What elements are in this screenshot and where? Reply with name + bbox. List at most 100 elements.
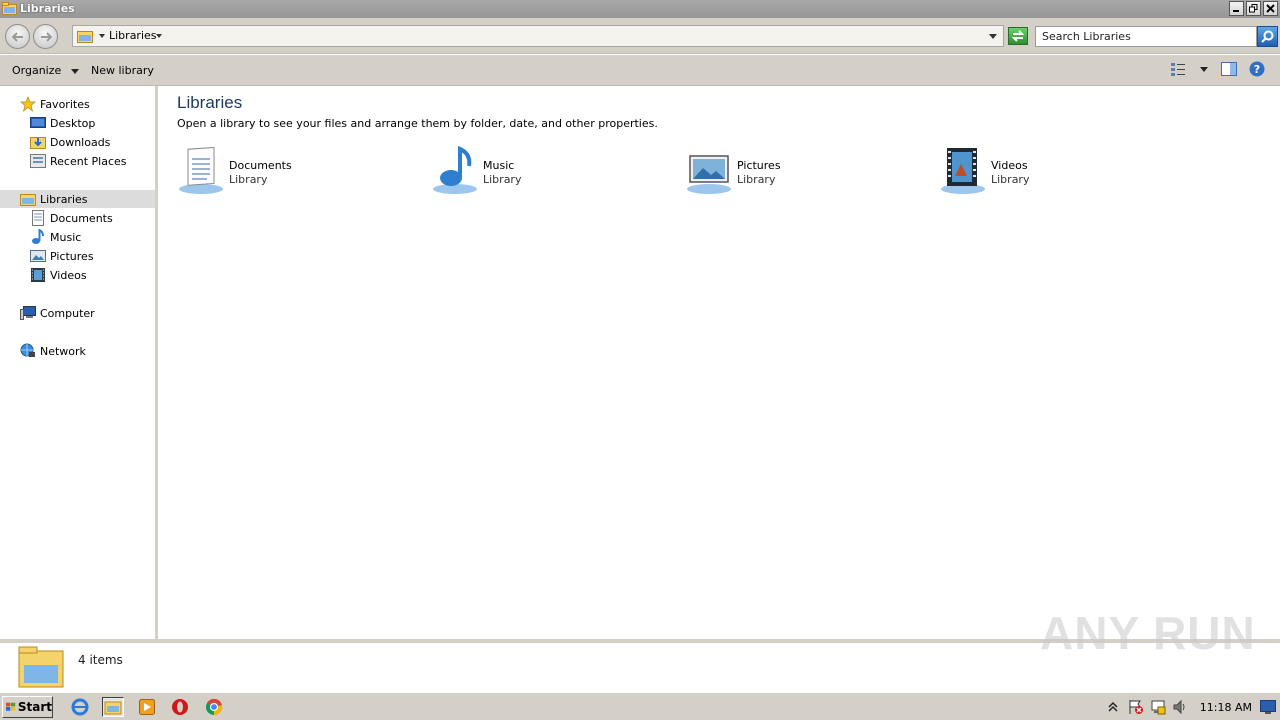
organize-button[interactable]: Organize [12,64,79,77]
nav-item-desktop[interactable]: Desktop [30,114,95,132]
library-type: Library [229,173,268,186]
nav-network[interactable]: Network [20,342,86,360]
refresh-icon [1011,30,1025,42]
nav-item-label: Downloads [50,135,111,149]
taskbar-windows-explorer[interactable] [102,697,124,717]
clock[interactable]: 11:18 AM [1200,701,1252,714]
command-bar: Organize New library ? [0,55,1280,86]
library-tile-pictures[interactable]: Pictures Library [685,146,925,200]
library-type: Library [991,173,1030,186]
minimize-icon [1233,10,1239,12]
nav-item-label: Pictures [50,249,94,263]
minimize-button[interactable] [1229,1,1244,16]
new-library-button[interactable]: New library [91,64,154,77]
downloads-icon [30,137,46,149]
library-type: Library [483,173,522,186]
recent-places-icon [30,154,46,168]
libraries-folder-icon [2,2,17,15]
start-button[interactable]: Start [2,696,53,718]
back-arrow-icon [11,31,23,42]
library-tile-videos[interactable]: Videos Library [939,146,1179,200]
help-button[interactable]: ? [1249,61,1265,77]
watermark: ANY RUN [1040,607,1256,659]
nav-item-recent-places[interactable]: Recent Places [30,152,127,170]
breadcrumb[interactable]: Libraries [109,29,157,42]
nav-network-label: Network [40,344,86,358]
close-icon [1266,4,1275,13]
nav-item-downloads[interactable]: Downloads [30,133,110,151]
internet-explorer-icon [71,698,89,716]
desktop-icon [30,117,46,128]
network-icon [20,343,35,357]
nav-computer-label: Computer [40,306,95,320]
libraries-folder-icon [18,646,64,688]
history-dropdown-icon[interactable] [989,34,997,39]
taskbar-chrome[interactable] [203,697,225,717]
nav-item-pictures[interactable]: Pictures [30,247,94,265]
library-tile-documents[interactable]: Documents Library [177,146,417,200]
forward-arrow-icon [40,31,52,42]
page-subtitle: Open a library to see your files and arr… [177,117,658,130]
nav-favorites[interactable]: Favorites [20,95,90,113]
window-title: Libraries [20,2,75,15]
nav-item-label: Videos [50,268,87,282]
nav-item-music[interactable]: Music [30,228,81,246]
new-library-label: New library [91,64,154,77]
refresh-button[interactable] [1008,27,1028,45]
action-center-icon[interactable] [1128,699,1144,715]
show-hidden-icons-icon[interactable] [1108,701,1118,713]
chevron-down-icon [70,68,79,74]
videos-icon [31,268,45,282]
music-icon [32,229,44,244]
taskbar-internet-explorer[interactable] [69,697,91,717]
videos-library-icon [941,148,985,194]
nav-item-label: Recent Places [50,154,127,168]
back-button[interactable] [5,24,30,49]
nav-item-label: Music [50,230,82,244]
taskbar-media-player[interactable] [136,697,158,717]
title-bar[interactable]: Libraries [0,0,1280,18]
library-tile-music[interactable]: Music Library [431,146,671,200]
opera-icon [172,699,188,715]
restore-icon [1249,4,1258,13]
library-name: Videos [991,159,1028,172]
documents-library-icon [179,146,223,194]
taskbar: Start 11:18 AM [0,692,1280,720]
media-player-icon [139,699,155,715]
explorer-folder-icon [104,701,122,715]
chrome-icon [206,698,223,716]
computer-icon [20,306,36,320]
library-name: Pictures [737,159,781,172]
search-input[interactable]: Search Libraries [1035,26,1257,47]
show-desktop-icon[interactable] [1260,700,1276,714]
nav-favorites-label: Favorites [40,97,90,111]
nav-libraries[interactable]: Libraries [0,190,155,208]
documents-icon [32,210,44,226]
preview-pane-icon [1221,62,1237,76]
close-button[interactable] [1263,1,1278,16]
taskbar-opera[interactable] [169,697,191,717]
nav-item-label: Desktop [50,116,96,130]
view-options-button[interactable] [1170,61,1208,77]
nav-item-videos[interactable]: Videos [30,266,87,284]
windows-logo-icon [6,702,16,711]
preview-pane-button[interactable] [1221,61,1237,77]
network-status-icon[interactable] [1150,699,1166,715]
address-row: Libraries Search Libraries [0,18,1280,54]
volume-icon[interactable] [1172,699,1188,715]
address-bar[interactable]: Libraries [72,25,1004,47]
nav-computer[interactable]: Computer [20,304,95,322]
chevron-down-icon[interactable] [1200,66,1208,72]
search-button[interactable] [1257,26,1278,47]
forward-button[interactable] [33,24,58,49]
page-title: Libraries [177,93,243,112]
item-count: 4 items [78,653,123,667]
libraries-folder-icon [20,194,36,206]
search-placeholder: Search Libraries [1042,30,1131,43]
nav-item-documents[interactable]: Documents [30,209,113,227]
chevron-down-icon[interactable] [156,34,162,38]
libraries-folder-icon [77,31,93,43]
chevron-down-icon[interactable] [99,34,105,38]
start-label: Start [17,700,52,714]
restore-button[interactable] [1246,1,1261,16]
